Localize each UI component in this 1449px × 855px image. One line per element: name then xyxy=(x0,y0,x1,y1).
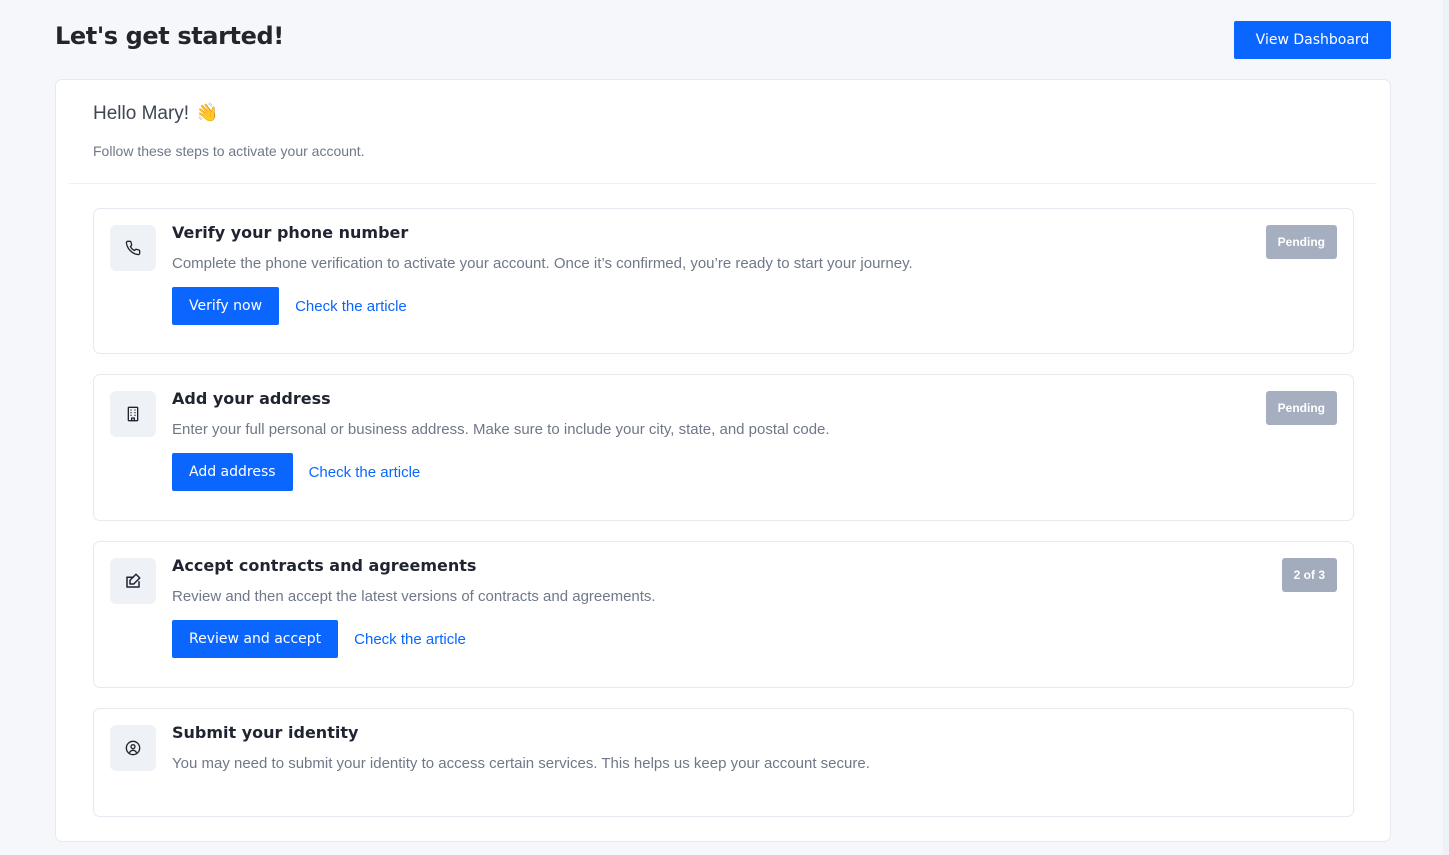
section-divider xyxy=(69,183,1377,184)
progress-badge: 2 of 3 xyxy=(1281,558,1337,592)
page-scrollbar-track xyxy=(1443,0,1449,855)
greeting-text: Hello Mary! xyxy=(93,103,190,124)
user-circle-icon xyxy=(110,725,156,771)
add-address-button[interactable]: Add address xyxy=(172,453,293,491)
step-description: Complete the phone verification to activ… xyxy=(172,255,913,272)
step-card-submit-identity: Submit your identity You may need to sub… xyxy=(93,708,1354,817)
step-title: Add your address xyxy=(172,389,331,408)
step-description: Enter your full personal or business add… xyxy=(172,421,830,438)
review-and-accept-button[interactable]: Review and accept xyxy=(172,620,339,658)
waving-hand-icon: 👋 xyxy=(194,101,220,125)
page-header: Let's get started! View Dashboard xyxy=(55,20,1391,60)
step-description: You may need to submit your identity to … xyxy=(172,755,870,772)
phone-icon xyxy=(110,225,156,271)
check-article-link[interactable]: Check the article xyxy=(354,631,466,648)
greeting: Hello Mary! 👋 xyxy=(93,101,220,125)
verify-now-button[interactable]: Verify now xyxy=(172,287,280,325)
step-card-verify-phone: Verify your phone number Complete the ph… xyxy=(93,208,1354,354)
step-actions: Add address Check the article xyxy=(172,453,420,491)
step-title: Verify your phone number xyxy=(172,223,409,242)
step-title: Submit your identity xyxy=(172,723,359,742)
step-actions: Verify now Check the article xyxy=(172,287,407,325)
page-title: Let's get started! xyxy=(55,22,284,50)
step-actions: Review and accept Check the article xyxy=(172,620,466,658)
status-badge: Pending xyxy=(1265,391,1337,425)
onboarding-card: Hello Mary! 👋 Follow these steps to activ… xyxy=(55,79,1391,842)
step-card-accept-contracts: Accept contracts and agreements Review a… xyxy=(93,541,1354,688)
status-badge: Pending xyxy=(1265,225,1337,259)
building-icon xyxy=(110,391,156,437)
check-article-link[interactable]: Check the article xyxy=(295,298,407,315)
view-dashboard-button[interactable]: View Dashboard xyxy=(1234,21,1391,59)
onboarding-subtitle: Follow these steps to activate your acco… xyxy=(93,143,365,159)
check-article-link[interactable]: Check the article xyxy=(309,464,421,481)
edit-document-icon xyxy=(110,558,156,604)
step-card-add-address: Add your address Enter your full persona… xyxy=(93,374,1354,521)
step-title: Accept contracts and agreements xyxy=(172,556,477,575)
step-description: Review and then accept the latest versio… xyxy=(172,588,656,605)
